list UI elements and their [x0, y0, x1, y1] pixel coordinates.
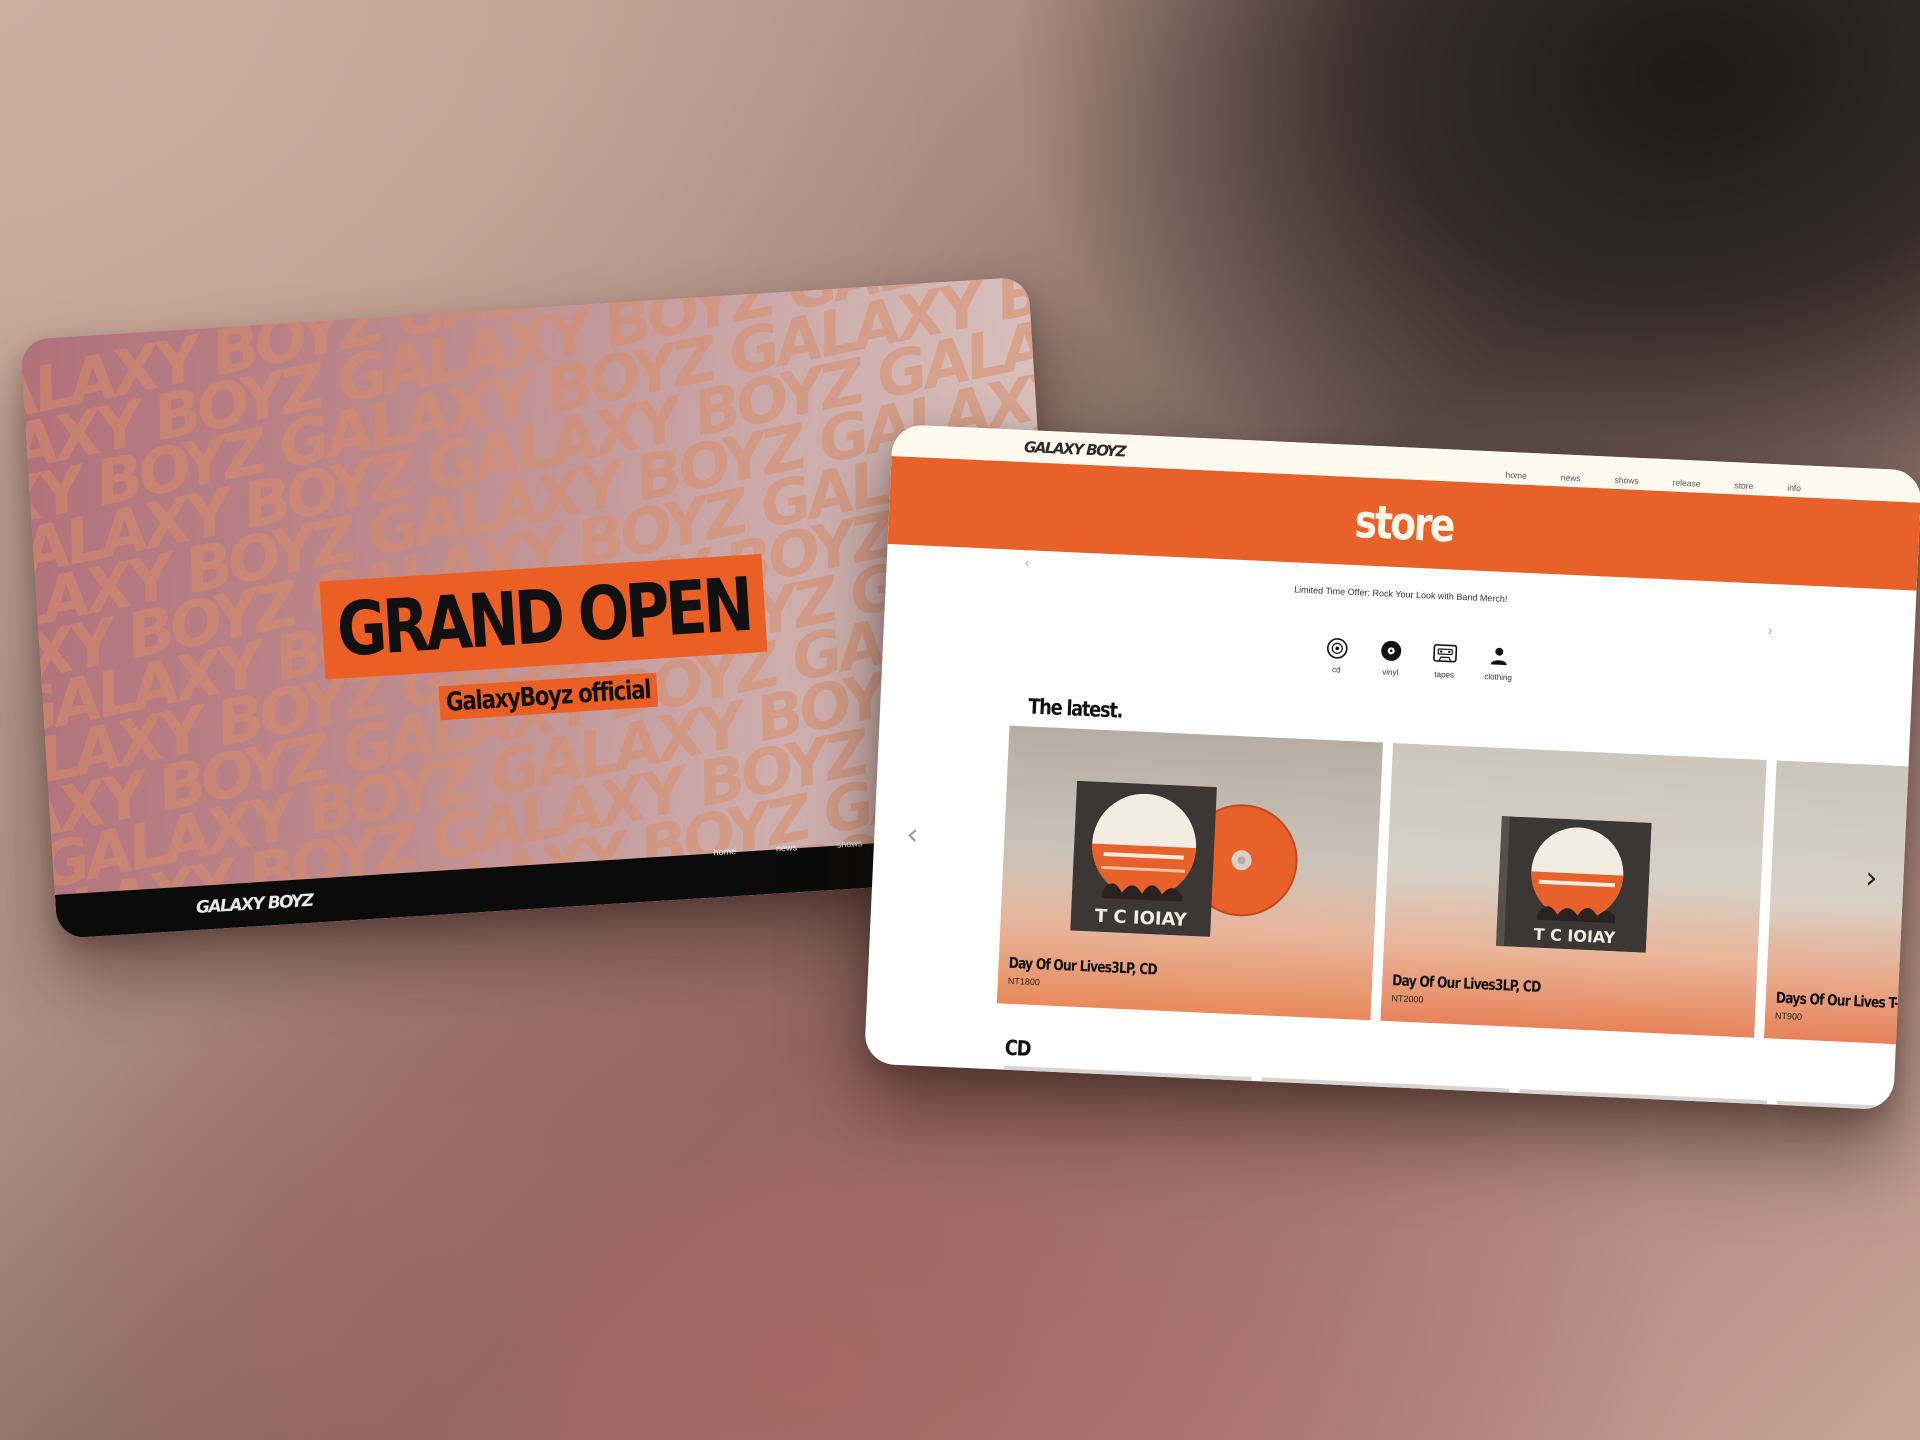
- page-title: store: [1353, 494, 1455, 553]
- category-clothing[interactable]: clothing: [1484, 643, 1513, 683]
- category-vinyl[interactable]: vinyl: [1378, 638, 1404, 677]
- nav-home[interactable]: home: [1505, 470, 1527, 481]
- product-price: NT900: [1774, 1010, 1803, 1022]
- latest-carousel: T C IOIAY Day Of Our Lives3LP, CD NT1800…: [996, 725, 1920, 1045]
- footer-nav-news[interactable]: news: [776, 842, 798, 853]
- site-logo[interactable]: GALAXY BOYZ: [1024, 438, 1126, 461]
- product-name: Day Of Our Lives3LP, CD: [1391, 971, 1541, 996]
- category-label: vinyl: [1382, 667, 1399, 678]
- vinyl-icon: [1379, 638, 1404, 663]
- cover-text: T C IOIAY: [1533, 925, 1616, 948]
- product-card[interactable]: T C IOIAY Day Of Our Lives3LP, CD NT2000: [1380, 743, 1767, 1038]
- footer-nav-shows[interactable]: shows: [837, 838, 863, 850]
- nav-shows[interactable]: shows: [1614, 475, 1639, 486]
- category-label: tapes: [1434, 669, 1455, 680]
- nav-news[interactable]: news: [1561, 472, 1581, 483]
- cassette-icon: [1433, 641, 1458, 666]
- person-icon: [1487, 643, 1512, 668]
- nav-release[interactable]: release: [1672, 477, 1700, 488]
- promo-prev-icon[interactable]: ‹: [1025, 554, 1030, 570]
- category-tapes[interactable]: tapes: [1432, 641, 1458, 680]
- carousel-prev-icon[interactable]: ‹: [906, 817, 920, 853]
- store-page-mockup: GALAXY BOYZ home news shows release stor…: [863, 424, 1920, 1111]
- category-cd[interactable]: cd: [1324, 636, 1350, 675]
- carousel-next-icon[interactable]: ›: [1865, 861, 1879, 897]
- latest-section-title: The latest.: [1027, 694, 1123, 723]
- footer-nav-home[interactable]: home: [713, 846, 736, 857]
- promo-next-icon[interactable]: ›: [1768, 622, 1773, 638]
- product-name: Day Of Our Lives3LP, CD: [1008, 953, 1158, 979]
- cd-section-title: CD: [1004, 1035, 1031, 1061]
- product-price: NT1800: [1007, 975, 1041, 988]
- category-label: clothing: [1484, 672, 1513, 683]
- album-cover-image: T C IOIAY: [1495, 816, 1652, 958]
- category-label: cd: [1331, 665, 1341, 675]
- cover-text: T C IOIAY: [1094, 906, 1188, 931]
- album-cover-image: T C IOIAY: [1070, 780, 1307, 946]
- cd-icon: [1325, 636, 1350, 661]
- product-price: NT2000: [1391, 993, 1424, 1005]
- product-card[interactable]: Days Of Our Lives T-shirt NT900: [1764, 760, 1920, 1045]
- product-card[interactable]: T C IOIAY Day Of Our Lives3LP, CD NT1800: [996, 725, 1384, 1021]
- footer-logo[interactable]: GALAXY BOYZ: [195, 891, 313, 918]
- nav-info[interactable]: info: [1787, 483, 1801, 494]
- nav-store[interactable]: store: [1734, 480, 1753, 491]
